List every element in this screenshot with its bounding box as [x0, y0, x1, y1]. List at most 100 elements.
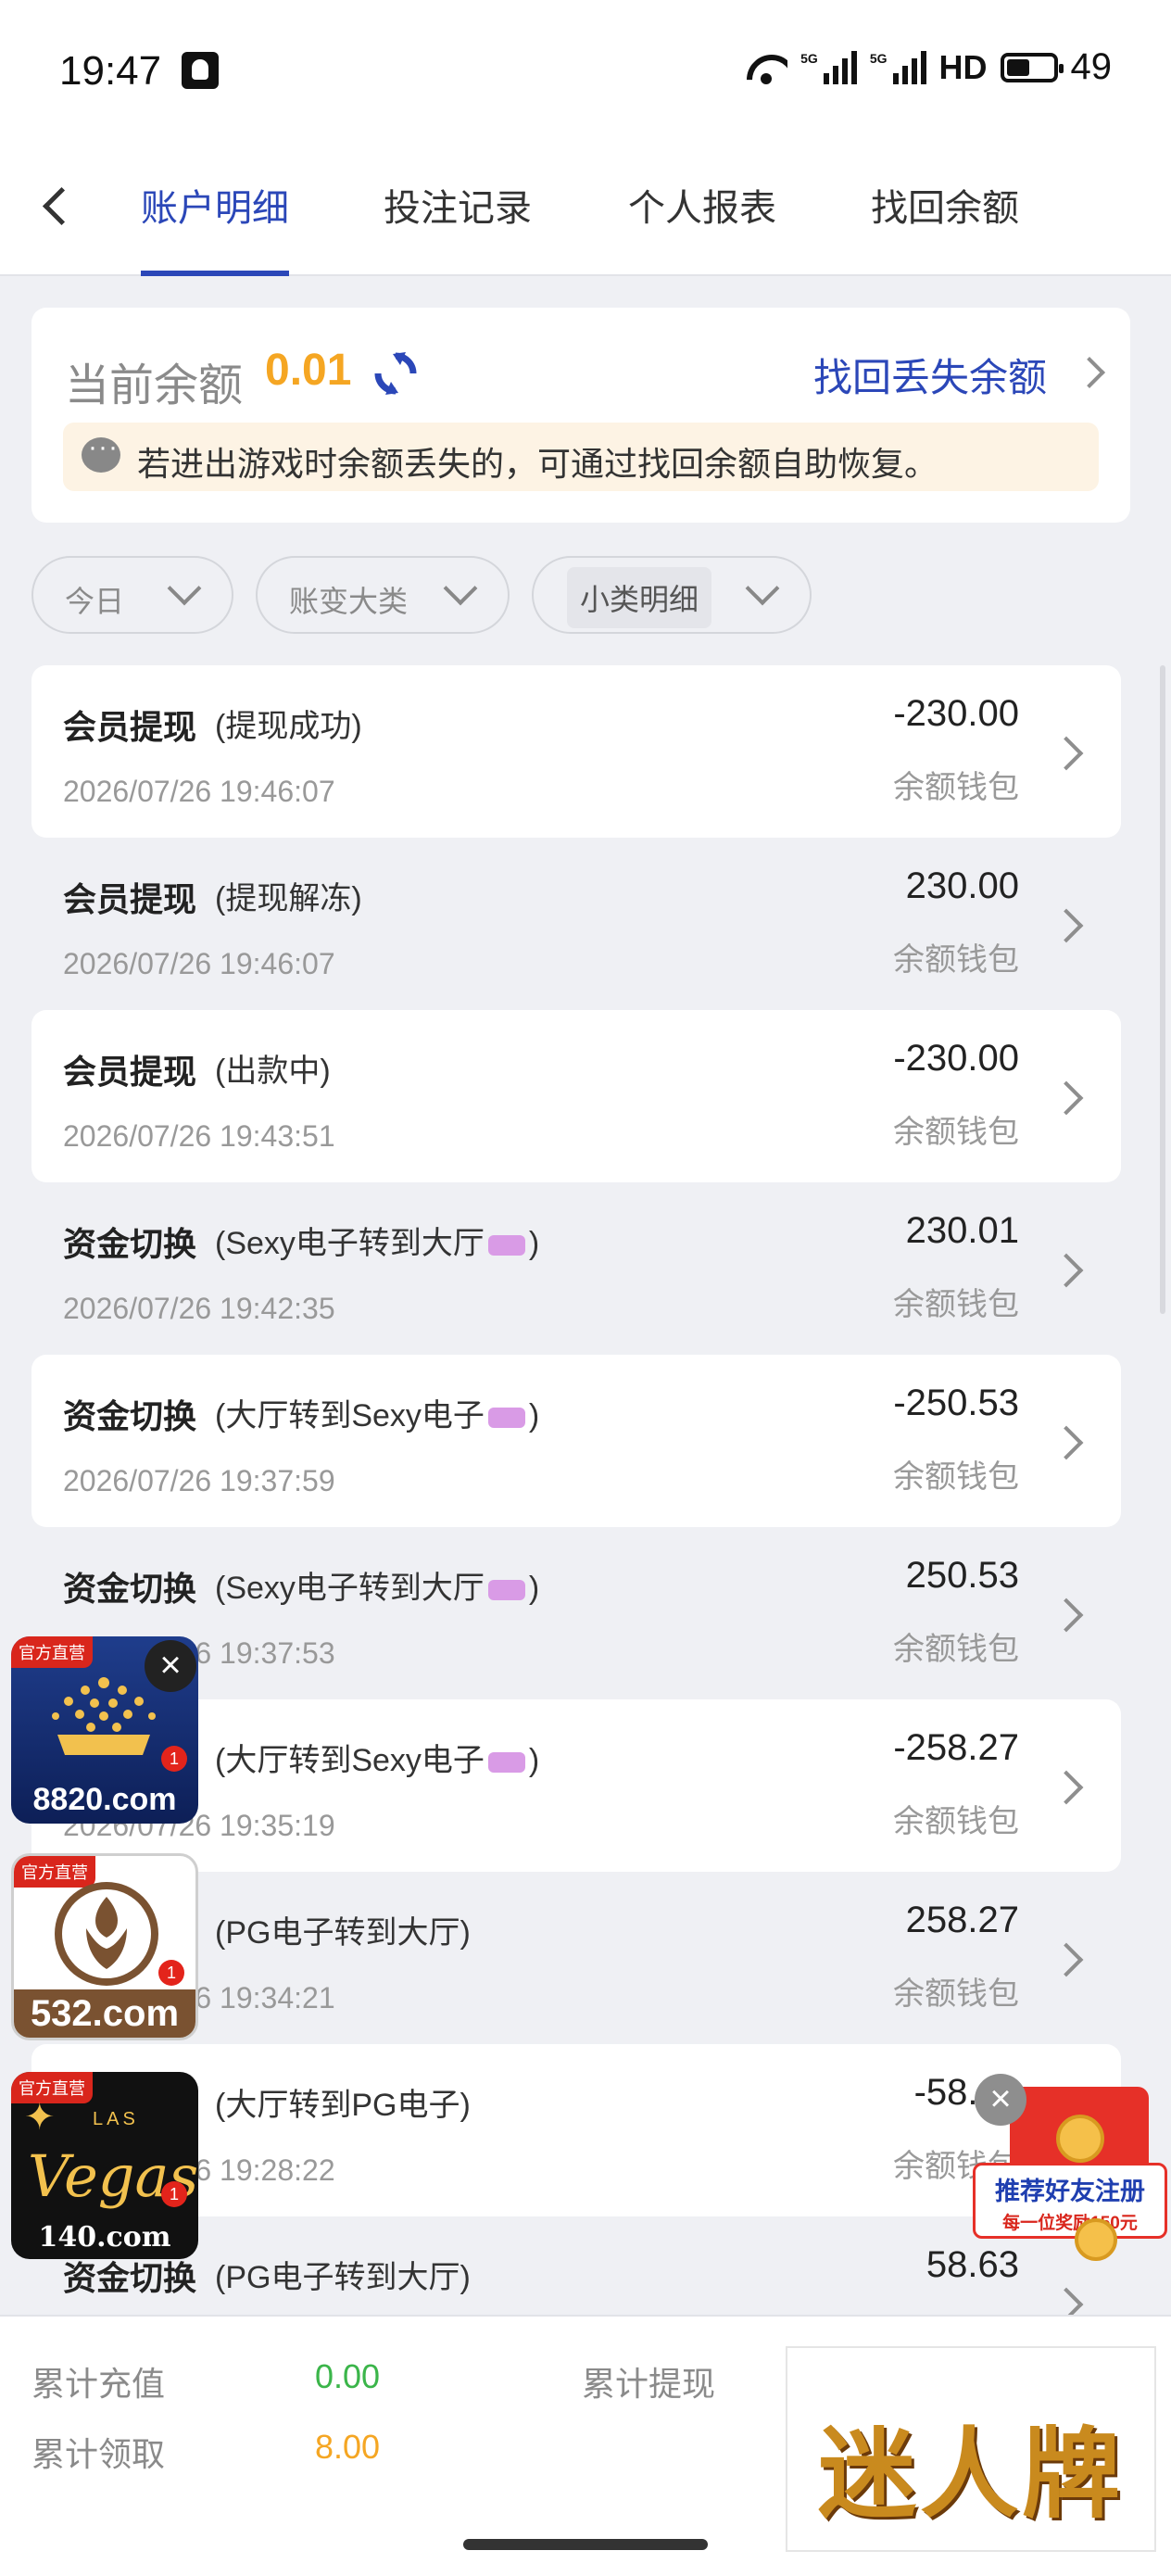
sexy-badge-icon: [487, 1580, 525, 1601]
brand-logo-text: 迷人牌: [818, 2416, 1124, 2532]
chevron-right-icon[interactable]: [1052, 1079, 1089, 1116]
claim-total-label: 累计领取: [31, 2435, 166, 2473]
transaction-time: 2026/07/26 19:37:59: [63, 1464, 335, 1497]
ad-domain: 140.com: [38, 2221, 171, 2254]
transaction-amount: -250.53: [893, 1383, 1019, 1423]
close-icon[interactable]: ×: [975, 2074, 1026, 2126]
transaction-subtype: (Sexy电子转到大厅): [215, 1226, 540, 1261]
ad-532[interactable]: 官方直营 532.com 1: [11, 1853, 198, 2040]
wallet-name: 余额钱包: [893, 1115, 1019, 1150]
transaction-amount: 250.53: [905, 1555, 1019, 1596]
transaction-subtype: (出款中): [215, 1054, 331, 1089]
summary-bar: 累计充值 0.00 累计提现 累计领取 8.00 迷人牌: [0, 2315, 1171, 2576]
chevron-right-icon[interactable]: [1052, 1940, 1089, 1977]
transaction-amount: 230.00: [905, 865, 1019, 906]
date-filter-label: 今日: [65, 585, 125, 618]
battery-icon: [1000, 52, 1064, 82]
chevron-right-icon[interactable]: [1052, 1251, 1089, 1288]
transaction-row[interactable]: 资金切换 (Sexy电子转到大厅) 2026/07/26 19:42:35 230.0…: [31, 1182, 1121, 1355]
brand-logo[interactable]: 迷人牌: [786, 2346, 1156, 2552]
transaction-time: 2026/07/26 19:46:07: [63, 947, 335, 980]
tab-bar: 账户明细 投注记录 个人报表 找回余额: [0, 139, 1171, 276]
scrollbar[interactable]: [1160, 665, 1165, 1314]
ad-140[interactable]: 官方直营 ✦ LAS Vegas 140.com 1: [11, 2072, 198, 2259]
wallet-name: 余额钱包: [893, 1976, 1019, 2012]
ad-domain: 8820.com: [32, 1782, 177, 1817]
recharge-total-value: 0.00: [315, 2357, 381, 2395]
crown-logo-icon: [52, 1677, 156, 1755]
detail-filter-dropdown[interactable]: 小类明细: [532, 556, 812, 634]
ad-tag: 官方直营: [11, 1636, 93, 1668]
status-time: 19:47: [59, 48, 162, 94]
qq-notification-icon: [182, 52, 219, 89]
wallet-name: 余额钱包: [893, 1632, 1019, 1667]
emblem-logo-icon: [55, 1882, 158, 1986]
transaction-amount: -230.00: [893, 1038, 1019, 1079]
balance-card: 当前余额 0.01 找回丢失余额 若进出游戏时余额丢失的，可通过找回余额自助恢复…: [31, 308, 1130, 523]
wallet-name: 余额钱包: [893, 1287, 1019, 1322]
ad-brand-top: LAS: [93, 2109, 139, 2129]
wifi-icon: [745, 51, 787, 84]
chat-bubble-icon: [82, 432, 120, 473]
tab-account-details[interactable]: 账户明细: [141, 178, 289, 276]
wallet-name: 余额钱包: [893, 770, 1019, 805]
chevron-right-icon[interactable]: [1052, 1596, 1089, 1633]
close-icon[interactable]: ×: [145, 1640, 196, 1692]
sexy-badge-icon: [487, 1408, 525, 1429]
promo-line2: 每一位奖励150元: [1002, 2214, 1138, 2233]
wallet-name: 余额钱包: [893, 942, 1019, 978]
battery-level: 49: [1070, 46, 1113, 87]
balance-label: 当前余额: [65, 361, 244, 410]
sexy-badge-icon: [487, 1752, 525, 1774]
chevron-down-icon: [169, 576, 200, 608]
transaction-list[interactable]: 会员提现 (提现成功) 2026/07/26 19:46:07 -230.00 余额钱包…: [31, 665, 1121, 2317]
promo-line1: 推荐好友注册: [995, 2178, 1145, 2205]
chevron-right-icon[interactable]: [1073, 352, 1110, 389]
transaction-amount: 258.27: [905, 1900, 1019, 1940]
withdraw-total-label: 累计提现: [582, 2365, 716, 2403]
transaction-row[interactable]: 资金切换 (大厅转到Sexy电子) 2026/07/26 19:37:59 -250.…: [31, 1355, 1121, 1527]
transaction-subtype: (提现解冻): [215, 881, 362, 916]
refresh-icon[interactable]: [372, 350, 419, 397]
notification-badge: 1: [161, 1746, 187, 1772]
wallet-name: 余额钱包: [893, 1804, 1019, 1839]
hd-icon: HD: [938, 47, 988, 86]
date-filter-dropdown[interactable]: 今日: [31, 556, 233, 634]
notice-text: 若进出游戏时余额丢失的，可通过找回余额自助恢复。: [137, 445, 938, 483]
tab-personal-report[interactable]: 个人报表: [628, 178, 776, 276]
transaction-subtype: (Sexy电子转到大厅): [215, 1571, 540, 1606]
chevron-right-icon[interactable]: [1052, 906, 1089, 943]
ad-domain: 532.com: [14, 1989, 195, 2038]
status-bar: 19:47 5G 5G HD 49: [0, 0, 1171, 139]
transaction-amount: 230.01: [905, 1210, 1019, 1251]
transaction-subtype: (PG电子转到大厅): [215, 1915, 471, 1951]
status-icons: 5G 5G HD 49: [745, 46, 1112, 88]
star-icon: ✦: [24, 2097, 56, 2138]
home-indicator[interactable]: [463, 2539, 708, 2550]
transaction-time: 2026/07/26 19:43:51: [63, 1119, 335, 1153]
chevron-right-icon[interactable]: [1052, 734, 1089, 771]
notification-badge: 1: [158, 1960, 184, 1986]
transaction-type: 会员提现: [63, 880, 197, 918]
category-filter-dropdown[interactable]: 账变大类: [256, 556, 510, 634]
chevron-right-icon[interactable]: [1052, 1768, 1089, 1805]
tab-retrieve-balance[interactable]: 找回余额: [871, 178, 1019, 276]
tab-bet-records[interactable]: 投注记录: [384, 178, 532, 276]
transaction-row[interactable]: 会员提现 (出款中) 2026/07/26 19:43:51 -230.00 余额钱包: [31, 1010, 1121, 1182]
transaction-subtype: (PG电子转到大厅): [215, 2260, 471, 2295]
transaction-time: 2026/07/26 19:42:35: [63, 1292, 335, 1325]
transaction-row[interactable]: 会员提现 (提现成功) 2026/07/26 19:46:07 -230.00 余额钱包: [31, 665, 1121, 838]
balance-notice: 若进出游戏时余额丢失的，可通过找回余额自助恢复。: [63, 423, 1099, 491]
coin-icon: [1075, 2218, 1117, 2261]
transaction-time: 2026/07/26 19:46:07: [63, 775, 335, 808]
chevron-down-icon: [445, 576, 476, 608]
transaction-subtype: (大厅转到PG电子): [215, 2088, 471, 2123]
transaction-type: 会员提现: [63, 708, 197, 746]
signal-5g-icon: 5G: [800, 50, 857, 84]
retrieve-lost-balance-link[interactable]: 找回丢失余额: [813, 347, 1047, 403]
transaction-row[interactable]: 会员提现 (提现解冻) 2026/07/26 19:46:07 230.00 余额钱包: [31, 838, 1121, 1010]
chevron-right-icon[interactable]: [1052, 2285, 1089, 2317]
chevron-right-icon[interactable]: [1052, 1423, 1089, 1460]
back-arrow-icon[interactable]: [33, 180, 85, 232]
recharge-total-label: 累计充值: [31, 2365, 166, 2403]
